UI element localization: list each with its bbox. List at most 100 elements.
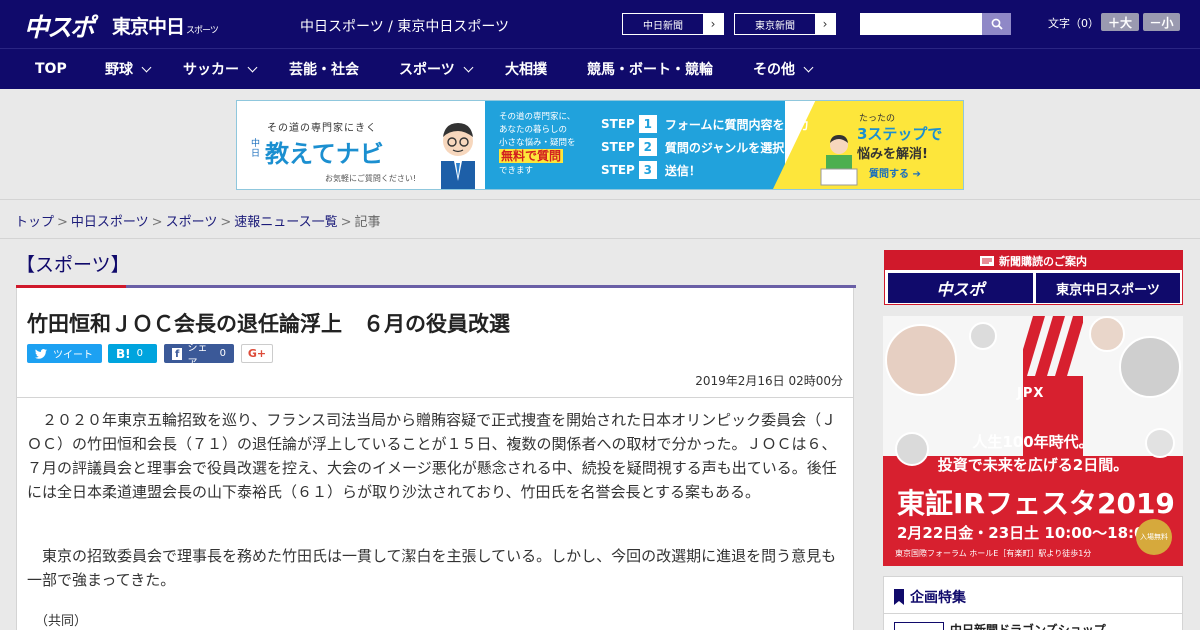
ext-link-label: 東京新聞: [755, 20, 795, 32]
article-date: 2019年2月16日 02時00分: [695, 374, 843, 388]
chevron-down-icon: [803, 62, 814, 72]
ext-link-label: 中日新聞: [643, 20, 683, 32]
subscription-box: 新聞購読のご案内 中スポ 東京中日スポーツ: [884, 250, 1183, 305]
banner-free-highlight: 無料で質問: [499, 149, 564, 163]
nav-label: 芸能・社会: [289, 62, 359, 78]
ad-dates: 2月22日金・23日土 10:00～18:00: [897, 524, 1155, 542]
nav-item-other[interactable]: その他: [753, 49, 814, 89]
chevron-down-icon: [463, 62, 474, 72]
tokyo-logo-text: 東京中日: [112, 16, 185, 38]
step-text: 送信！: [664, 163, 701, 178]
oshiete-navi-banner[interactable]: その道の専門家にきく 中日 教えてナビ お気軽にご質問ください! その道の専門家…: [236, 100, 964, 190]
breadcrumb-top[interactable]: トップ: [15, 215, 54, 230]
subscription-header: 新聞購読のご案内: [885, 251, 1182, 270]
banner-step-3: STEP 3 送信！: [601, 161, 701, 179]
search-input[interactable]: [860, 13, 982, 35]
ad-title: 東証IRフェスタ2019: [897, 487, 1175, 520]
search-icon: [991, 18, 1003, 30]
ad-line-1: 人生100年時代。: [972, 433, 1094, 451]
jpx-ir-festa-ad[interactable]: JPX 人生100年時代。 投資で未来を広げる2日間。 東証IRフェスタ2019…: [883, 316, 1183, 566]
nav-label: 野球: [105, 62, 133, 78]
twitter-icon: [35, 348, 47, 359]
step-number: 2: [638, 138, 657, 156]
breadcrumb-sports[interactable]: スポーツ: [166, 215, 218, 230]
tweet-label: ツイート: [53, 350, 93, 361]
banner-step-2: STEP 2 質問のジャンルを選択: [601, 138, 784, 156]
facebook-share-button[interactable]: f シェア 0: [164, 343, 234, 369]
breadcrumb-news-list[interactable]: 速報ニュース一覧: [234, 215, 337, 230]
step-number: 1: [638, 115, 657, 133]
banner-yellow-3: 悩みを解消!: [857, 147, 928, 162]
nav-item-sumo[interactable]: 大相撲: [505, 49, 547, 89]
chunichi-shimbun-link[interactable]: 中日新聞 ›: [622, 13, 724, 35]
nav-item-top[interactable]: TOP: [35, 49, 67, 89]
breadcrumb-divider: [0, 238, 1200, 239]
feature-title: 企画特集: [910, 590, 966, 606]
nav-item-baseball[interactable]: 野球: [105, 49, 152, 89]
ad-line-2: 投資で未来を広げる2日間。: [937, 456, 1129, 474]
font-smaller-button[interactable]: －小: [1143, 13, 1180, 31]
chevron-right-icon: ›: [703, 14, 723, 34]
breadcrumb: トップ > 中日スポーツ > スポーツ > 速報ニュース一覧 > 記事: [15, 211, 381, 230]
subscribe-tokyo-chunichi-button[interactable]: 東京中日スポーツ: [1036, 273, 1180, 303]
nav-label: 競馬・ボート・競輪: [587, 62, 713, 78]
feature-box: 企画特集 中日新聞ドラゴンズショップ: [883, 576, 1183, 630]
font-bigger-button[interactable]: ＋大: [1101, 13, 1139, 31]
tweet-button[interactable]: ツイート: [27, 344, 102, 363]
chuspo-logo[interactable]: 中スポ: [24, 8, 95, 44]
article-credit: （共同）: [35, 614, 88, 629]
feature-item-link[interactable]: 中日新聞ドラゴンズショップ: [950, 621, 1106, 630]
hatena-bookmark-button[interactable]: B! 0: [108, 344, 157, 363]
nav-item-soccer[interactable]: サッカー: [183, 49, 258, 89]
site-title-link[interactable]: 中日スポーツ / 東京中日スポーツ: [300, 16, 509, 36]
feature-thumbnail[interactable]: [894, 622, 944, 630]
header-accent-purple: [126, 285, 856, 288]
article-paragraph: ２０２０年東京五輪招致を巡り、フランス司法当局から贈賄容疑で正式捜査を開始された…: [27, 411, 837, 501]
nav-label: サッカー: [183, 62, 239, 78]
banner-yellow-2: 3ステップで: [857, 125, 943, 143]
ad-photo-small: [1089, 316, 1125, 352]
nav-item-sports[interactable]: スポーツ: [399, 49, 474, 89]
breadcrumb-current: 記事: [354, 215, 381, 230]
breadcrumb-chuspo[interactable]: 中日スポーツ: [71, 215, 149, 230]
feature-header: 企画特集: [894, 587, 966, 607]
ad-venue: 東京国際フォーラム ホールE［有楽町］駅より徒歩1分: [895, 549, 1092, 558]
man-with-laptop-icon: [820, 135, 858, 186]
top-bar: 中スポ 東京中日 スポーツ 中日スポーツ / 東京中日スポーツ 中日新聞 › 東京…: [0, 0, 1200, 48]
ribbon-icon: [894, 589, 904, 605]
banner-blue-line: あなたの暮らしの: [499, 125, 568, 135]
banner-name: 教えてナビ: [265, 140, 384, 168]
banner-blue-line: その道の専門家に、: [499, 112, 576, 122]
feature-divider: [884, 613, 1182, 614]
fb-share-label: シェア: [187, 342, 208, 369]
article-header: 竹田恒和ＪＯＣ会長の退任論浮上 ６月の役員改選 ツイート B! 0 f シェア …: [16, 285, 856, 398]
nav-item-entertainment[interactable]: 芸能・社会: [289, 49, 359, 89]
breadcrumb-separator: >: [340, 215, 352, 230]
banner-small: お気軽にご質問ください!: [325, 174, 417, 183]
subscribe-chuspo-button[interactable]: 中スポ: [888, 273, 1033, 303]
ad-photo-small: [969, 322, 997, 350]
header-accent-red: [16, 285, 126, 288]
article-body: ２０２０年東京五輪招致を巡り、フランス司法当局から贈賄容疑で正式捜査を開始された…: [16, 398, 854, 630]
hatena-count: 0: [136, 348, 143, 359]
chevron-down-icon: [247, 62, 258, 72]
breadcrumb-separator: >: [57, 215, 68, 230]
step-label: STEP: [601, 163, 635, 177]
nav-item-keiba[interactable]: 競馬・ボート・競輪: [587, 49, 713, 89]
google-plus-button[interactable]: G+: [241, 344, 273, 363]
nav-label: TOP: [35, 61, 67, 77]
tokyo-logo-small: スポーツ: [186, 26, 219, 36]
tokyo-chunichi-logo[interactable]: 東京中日 スポーツ: [112, 12, 219, 39]
step-label: STEP: [601, 140, 635, 154]
ad-photo-woman: [885, 324, 957, 396]
hatena-icon: B!: [116, 346, 131, 361]
fb-share-count: 0: [219, 348, 226, 359]
tokyo-shimbun-link[interactable]: 東京新聞 ›: [734, 13, 836, 35]
article-paragraph: 東京の招致委員会で理事長を務めた竹田氏は一貫して潔白を主張している。しかし、今回…: [27, 547, 837, 589]
banner-kanji: 中日: [251, 139, 261, 159]
article-headline: 竹田恒和ＪＯＣ会長の退任論浮上 ６月の役員改選: [27, 312, 510, 336]
search-button[interactable]: [982, 13, 1011, 35]
banner-cta[interactable]: 質問する ➔: [869, 165, 921, 180]
banner-blue-line: できます: [499, 166, 534, 176]
font-size-label: 文字（0）: [1048, 17, 1099, 30]
